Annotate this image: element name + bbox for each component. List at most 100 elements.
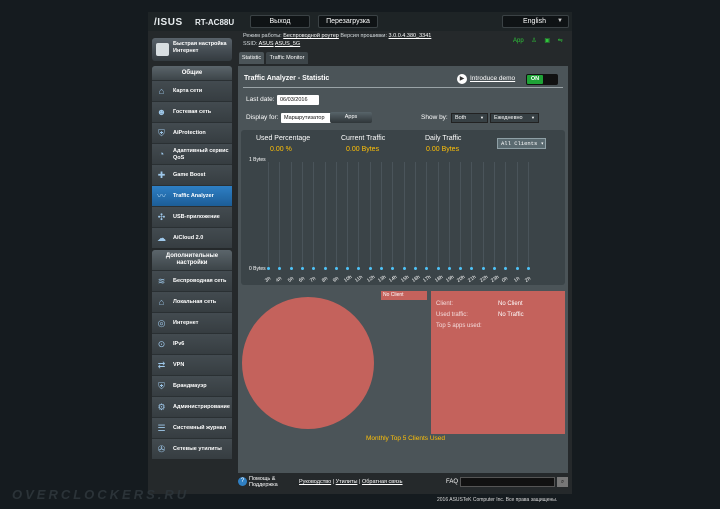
page-title: Traffic Analyzer - Statistic (244, 75, 330, 82)
sidebar-item-ipv6[interactable]: ⊙ IPv6 (152, 333, 232, 354)
last-date-field[interactable]: 06/03/2016 (277, 95, 319, 105)
help-icon[interactable]: ? (238, 477, 247, 486)
show-by-select[interactable]: Both ▼ (451, 113, 488, 123)
general-header: Общие (152, 66, 232, 80)
period-value: Ежедневно (494, 115, 523, 121)
tab-statistic[interactable]: Statistic (239, 52, 264, 64)
sidebar-item-network-map[interactable]: ⌂ Карта сети (152, 80, 232, 101)
sidebar-item-shield[interactable]: ⛨ AiProtection (152, 122, 232, 143)
chart-gridline (392, 162, 394, 270)
sidebar-item-gamepad[interactable]: ✚ Game Boost (152, 164, 232, 185)
quick-internet-setup-button[interactable]: Быстрая настройка Интернет (152, 38, 232, 61)
chart-point[interactable] (323, 267, 327, 270)
sidebar-item-vpn[interactable]: ⇄ VPN (152, 354, 232, 375)
chart-point[interactable] (402, 267, 406, 270)
last-date-label: Last date: (246, 96, 275, 103)
tab-traffic-monitor[interactable]: Traffic Monitor (266, 52, 308, 64)
copyright-text: 2016 ASUSTeK Computer Inc. Все права защ… (437, 497, 558, 503)
advanced-header: Дополнительные настройки (152, 250, 232, 270)
shield-icon: ⛨ (158, 128, 165, 138)
sidebar-item-label: Беспроводная сеть (173, 278, 227, 285)
ssid-24g[interactable]: ASUS (259, 41, 274, 47)
y-axis-bottom-label: 0 Bytes (249, 266, 266, 272)
puzzle-icon: ✣ (157, 212, 166, 222)
chart-point[interactable] (289, 267, 293, 270)
play-icon[interactable]: ▶ (457, 74, 467, 84)
sidebar-item-puzzle[interactable]: ✣ USB-приложение (152, 206, 232, 227)
clients-pie-chart[interactable] (242, 297, 374, 429)
chart-point[interactable] (413, 267, 417, 270)
reboot-button[interactable]: Перезагрузка (318, 15, 378, 28)
sidebar-item-admin[interactable]: ⚙ Администрирование (152, 396, 232, 417)
operation-mode-line: Режим работы: Беспроводной роутер Версия… (243, 33, 431, 39)
sidebar-item-label: Карта сети (173, 88, 203, 95)
mode-link[interactable]: Беспроводной роутер (283, 33, 339, 39)
setup-icon (156, 43, 169, 56)
utilities-link[interactable]: Утилиты (336, 479, 358, 485)
period-select[interactable]: Ежедневно ▼ (490, 113, 539, 123)
firmware-link[interactable]: 3.0.0.4.380_3341 (389, 33, 432, 39)
tools-icon: ✇ (157, 444, 166, 454)
show-by-value: Both (455, 115, 467, 121)
chart-point[interactable] (380, 267, 383, 270)
sidebar-item-traffic[interactable]: 〰 Traffic Analyzer (152, 185, 232, 206)
traffic-analyzer-toggle[interactable]: ON (526, 74, 558, 85)
chart-point[interactable] (436, 267, 440, 270)
sidebar-item-globe[interactable]: ◎ Интернет (152, 312, 232, 333)
chevron-down-icon: ▼ (480, 115, 484, 120)
chart-point[interactable] (515, 267, 519, 270)
chart-gridline (505, 162, 507, 270)
app-link[interactable]: App (513, 38, 524, 44)
language-select[interactable]: English ▼ (502, 15, 569, 28)
sidebar-item-label: VPN (173, 362, 185, 369)
sidebar-item-cloud[interactable]: ☁ AiCloud 2.0 (152, 227, 232, 248)
general-menu: Общие ⌂ Карта сети ☻ Гостевая сеть ⛨ AiProtec… (152, 66, 232, 248)
chart-point[interactable] (300, 267, 304, 270)
used-percentage-value: 0.00 % (270, 146, 292, 153)
chart-point[interactable] (447, 267, 451, 270)
chevron-down-icon: ▼ (531, 115, 535, 120)
usb-icon[interactable]: ⇋ (558, 38, 563, 44)
daily-traffic-label: Daily Traffic (425, 135, 462, 142)
sidebar-item-guest-network[interactable]: ☻ Гостевая сеть (152, 101, 232, 122)
search-icon[interactable]: ⌕ (557, 477, 568, 487)
sidebar-item-qos[interactable]: ◔ Адаптивный сервис QoS (152, 143, 232, 164)
network-status-icon[interactable]: ▣ (544, 38, 550, 44)
feedback-link[interactable]: Обратная связь (362, 479, 403, 485)
title-divider (243, 87, 563, 88)
display-for-label: Display for: (246, 114, 279, 121)
chart-point[interactable] (493, 267, 496, 270)
gamepad-icon: ✚ (157, 170, 166, 180)
manual-link[interactable]: Руководство (299, 479, 331, 485)
chart-point[interactable] (481, 267, 485, 270)
chart-point[interactable] (368, 267, 372, 270)
mode-label: Режим работы: (243, 33, 282, 39)
chart-gridline (358, 162, 360, 270)
chart-point[interactable] (526, 267, 530, 270)
sidebar-item-home[interactable]: ⌂ Локальная сеть (152, 291, 232, 312)
faq-search-input[interactable] (460, 477, 555, 487)
chart-point[interactable] (334, 267, 338, 270)
user-icon[interactable]: ♙ (531, 38, 536, 44)
sidebar-item-wifi[interactable]: ≋ Беспроводная сеть (152, 270, 232, 291)
chart-gridline (527, 162, 529, 270)
introduce-demo-link[interactable]: Introduce demo (470, 75, 515, 82)
sidebar-item-label: Администрирование (173, 404, 230, 411)
chart-gridline (471, 162, 473, 270)
help-support-link[interactable]: Помощь & Поддержка (249, 476, 289, 488)
logout-button[interactable]: Выход (250, 15, 310, 28)
sidebar-item-log[interactable]: ☰ Системный журнал (152, 417, 232, 438)
chart-gridline (313, 162, 315, 270)
chart-gridline (460, 162, 462, 270)
clients-select[interactable]: All Clients ▾ (497, 138, 546, 149)
chart-gridline (414, 162, 416, 270)
chart-point[interactable] (267, 267, 270, 270)
apps-button[interactable]: Apps (330, 112, 372, 123)
sidebar-item-tools[interactable]: ✇ Сетевые утилиты (152, 438, 232, 459)
top-apps-label: Top 5 apps used: (436, 323, 482, 329)
sidebar-item-label: IPv6 (173, 341, 185, 348)
sidebar-item-label: Гостевая сеть (173, 109, 212, 116)
ssid-5g[interactable]: ASUS_5G (275, 41, 300, 47)
sidebar-item-firewall[interactable]: ⛨ Брандмауэр (152, 375, 232, 396)
display-for-select[interactable]: Маршрутизатор (281, 113, 331, 123)
